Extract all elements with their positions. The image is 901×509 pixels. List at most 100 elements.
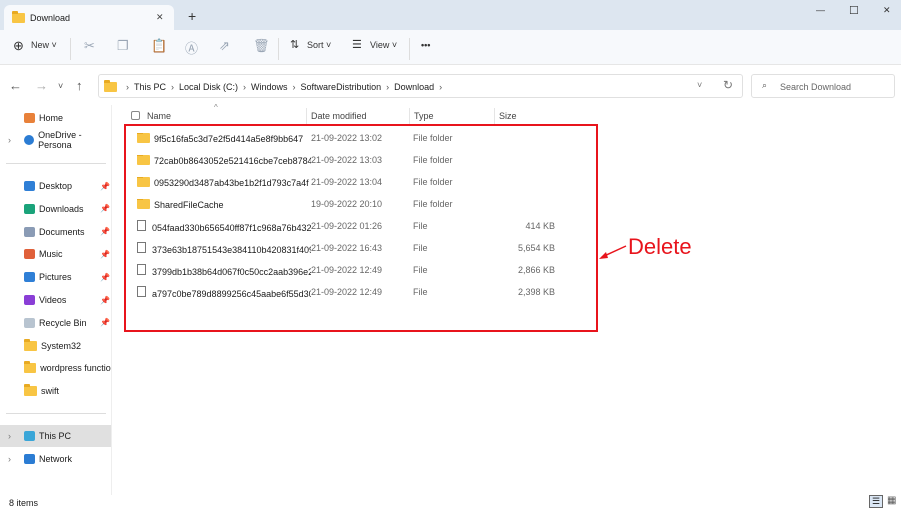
column-header-type[interactable]: Type bbox=[414, 111, 434, 121]
breadcrumb-item[interactable]: SoftwareDistribution bbox=[301, 82, 382, 92]
sidebar-item-label: Music bbox=[39, 249, 63, 260]
tab-download[interactable]: Download ✕ bbox=[4, 5, 174, 30]
divider bbox=[6, 163, 106, 164]
breadcrumb: › This PC › Local Disk (C:) › Windows › Softwar… bbox=[121, 82, 447, 92]
sidebar-item[interactable]: Music 📌 bbox=[0, 243, 111, 265]
column-header-name[interactable]: Name bbox=[147, 111, 171, 121]
sidebar-item[interactable]: Home bbox=[0, 107, 111, 129]
sidebar-item-label: wordpress function bbox=[40, 363, 111, 374]
cloud-icon bbox=[24, 135, 35, 145]
column-divider bbox=[306, 108, 307, 124]
network-icon bbox=[24, 454, 35, 464]
computer-icon bbox=[24, 431, 35, 441]
breadcrumb-item[interactable]: Windows bbox=[251, 82, 288, 92]
sidebar-item-label: Desktop bbox=[39, 181, 73, 191]
divider bbox=[6, 413, 106, 414]
share-icon[interactable]: ⇗ bbox=[219, 38, 230, 54]
pin-icon[interactable]: 📌 bbox=[100, 296, 110, 305]
column-header-date[interactable]: Date modified bbox=[311, 111, 367, 121]
tiles-view-icon[interactable]: ▦ bbox=[887, 495, 896, 506]
sort-ascending-icon: ^ bbox=[214, 103, 218, 112]
library-icon bbox=[24, 295, 35, 305]
folder-icon bbox=[12, 11, 25, 23]
sidebar-item[interactable]: › OneDrive - Persona bbox=[0, 129, 111, 151]
breadcrumb-separator: › bbox=[243, 82, 247, 92]
expand-chevron-icon[interactable]: › bbox=[8, 454, 11, 464]
status-item-count: 8 items bbox=[9, 498, 39, 508]
pin-icon[interactable]: 📌 bbox=[100, 182, 110, 191]
cut-icon[interactable]: ✂ bbox=[84, 38, 95, 54]
sidebar-item[interactable]: › Network bbox=[0, 448, 111, 470]
rename-icon[interactable]: Ⓐ bbox=[185, 38, 198, 57]
breadcrumb-item[interactable]: Download bbox=[394, 82, 434, 92]
folder-icon bbox=[104, 80, 117, 92]
search-input[interactable]: Search Download bbox=[780, 82, 851, 92]
copy-icon[interactable]: ❐ bbox=[117, 38, 129, 54]
sidebar-item[interactable]: › This PC bbox=[0, 425, 111, 447]
library-icon bbox=[24, 249, 35, 260]
sidebar-item[interactable]: System32 bbox=[0, 335, 111, 357]
address-bar[interactable]: › This PC › Local Disk (C:) › Windows › Softwar… bbox=[98, 74, 743, 98]
sort-icon: ⇅ bbox=[290, 39, 300, 51]
back-icon[interactable]: ← bbox=[9, 78, 22, 93]
refresh-icon[interactable]: ↻ bbox=[723, 78, 733, 92]
pin-icon[interactable]: 📌 bbox=[100, 250, 110, 259]
sidebar-item-label: System32 bbox=[41, 340, 82, 351]
new-plus-icon: ⊕ bbox=[13, 38, 24, 53]
breadcrumb-separator: › bbox=[292, 82, 296, 92]
new-button[interactable]: New ˅ bbox=[31, 40, 57, 50]
folder-icon bbox=[24, 361, 37, 374]
pin-icon[interactable]: 📌 bbox=[100, 227, 110, 236]
select-all-checkbox[interactable] bbox=[131, 111, 140, 120]
column-divider bbox=[409, 108, 410, 124]
home-icon bbox=[24, 113, 35, 123]
new-label: New bbox=[31, 40, 50, 50]
view-button[interactable]: View ˅ bbox=[370, 40, 397, 50]
pin-icon[interactable]: 📌 bbox=[100, 204, 110, 213]
sort-label: Sort bbox=[307, 40, 324, 50]
breadcrumb-item[interactable]: Local Disk (C:) bbox=[179, 82, 238, 92]
expand-chevron-icon[interactable]: › bbox=[8, 431, 11, 441]
sidebar-item[interactable]: Downloads 📌 bbox=[0, 198, 111, 220]
sidebar-item-label: Recycle Bin bbox=[39, 317, 87, 328]
library-icon bbox=[24, 317, 35, 328]
sidebar-item-label: Network bbox=[39, 454, 73, 464]
divider bbox=[278, 38, 279, 60]
sidebar-item[interactable]: Recycle Bin 📌 bbox=[0, 312, 111, 334]
minimize-button[interactable]: — bbox=[816, 5, 825, 15]
library-icon bbox=[24, 203, 35, 214]
sidebar-item[interactable]: Pictures 📌 bbox=[0, 266, 111, 288]
breadcrumb-item[interactable]: This PC bbox=[134, 82, 166, 92]
new-tab-button[interactable]: + bbox=[188, 8, 196, 24]
recent-dropdown-icon[interactable]: ˅ bbox=[58, 81, 63, 91]
search-box[interactable]: ⌕ Search Download bbox=[751, 74, 895, 98]
sidebar-item[interactable]: Desktop 📌 bbox=[0, 175, 111, 197]
folder-icon bbox=[24, 338, 37, 351]
expand-chevron-icon[interactable]: › bbox=[8, 135, 11, 145]
close-tab-icon[interactable]: ✕ bbox=[156, 12, 164, 23]
breadcrumb-separator: › bbox=[171, 82, 175, 92]
up-icon[interactable]: ↑ bbox=[76, 78, 83, 93]
sort-button[interactable]: Sort ˅ bbox=[307, 40, 331, 50]
maximize-button[interactable]: ☐ bbox=[849, 4, 859, 17]
sidebar-item[interactable]: swift bbox=[0, 380, 111, 402]
column-divider bbox=[494, 108, 495, 124]
breadcrumb-separator: › bbox=[386, 82, 390, 92]
address-dropdown-icon[interactable]: ˅ bbox=[697, 80, 702, 90]
sidebar-item[interactable]: Videos 📌 bbox=[0, 289, 111, 311]
delete-icon[interactable]: 🗑 bbox=[253, 38, 270, 54]
sidebar-item[interactable]: Documents 📌 bbox=[0, 221, 111, 243]
breadcrumb-separator[interactable]: › bbox=[439, 82, 442, 92]
breadcrumb-separator: › bbox=[126, 82, 129, 92]
pin-icon[interactable]: 📌 bbox=[100, 273, 110, 282]
view-label: View bbox=[370, 40, 390, 50]
more-options-button[interactable]: ••• bbox=[421, 40, 430, 50]
details-view-icon[interactable]: ☰ bbox=[869, 495, 883, 508]
sidebar-item[interactable]: wordpress function bbox=[0, 357, 111, 379]
sidebar-item-label: Downloads bbox=[39, 203, 84, 214]
column-header-size[interactable]: Size bbox=[499, 111, 517, 121]
pin-icon[interactable]: 📌 bbox=[100, 318, 110, 327]
forward-icon[interactable]: → bbox=[35, 78, 48, 93]
close-window-button[interactable]: ✕ bbox=[883, 5, 891, 16]
paste-icon[interactable]: 📋 bbox=[151, 38, 167, 54]
